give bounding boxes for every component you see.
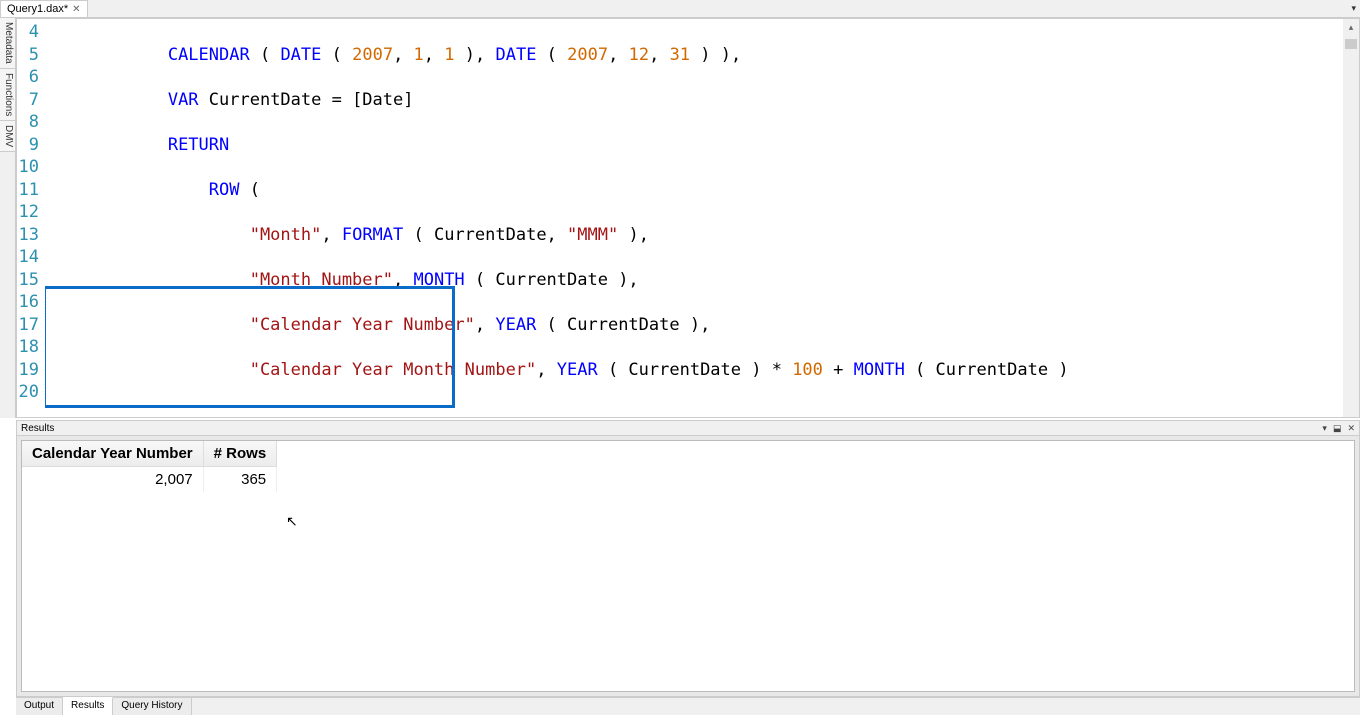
line-number: 18	[17, 336, 45, 359]
cell-calendar-year-number: 2,007	[22, 467, 203, 493]
table-row[interactable]: 2,007 365	[22, 467, 277, 493]
line-number: 6	[17, 66, 45, 89]
line-number: 20	[17, 381, 45, 404]
file-tab-bar: Query1.dax* ✕ ▾	[0, 0, 1360, 18]
file-tab-query1[interactable]: Query1.dax* ✕	[0, 0, 88, 17]
close-icon[interactable]: ✕	[72, 4, 80, 15]
line-number: 16	[17, 291, 45, 314]
scroll-up-icon[interactable]: ▴	[1343, 19, 1359, 35]
side-rail: Metadata Functions DMV	[0, 18, 16, 418]
code-area[interactable]: CALENDAR ( DATE ( 2007, 1, 1 ), DATE ( 2…	[45, 19, 1359, 417]
close-icon[interactable]: ✕	[1345, 423, 1357, 434]
file-tab-label: Query1.dax*	[7, 3, 68, 15]
line-number: 17	[17, 314, 45, 337]
table-header-row: Calendar Year Number # Rows	[22, 441, 277, 467]
scroll-marker	[1345, 39, 1357, 49]
cell-rows: 365	[203, 467, 277, 493]
line-number: 19	[17, 359, 45, 382]
line-number: 9	[17, 134, 45, 157]
line-number: 5	[17, 44, 45, 67]
line-number: 13	[17, 224, 45, 247]
results-panel-header[interactable]: Results ▾ ⬓ ✕	[16, 420, 1360, 436]
line-number: 8	[17, 111, 45, 134]
col-header-rows[interactable]: # Rows	[203, 441, 277, 467]
line-number: 12	[17, 201, 45, 224]
results-body: Calendar Year Number # Rows 2,007 365	[16, 436, 1360, 697]
line-number: 14	[17, 246, 45, 269]
line-number: 10	[17, 156, 45, 179]
rail-tab-functions[interactable]: Functions	[0, 69, 15, 121]
col-header-calendar-year-number[interactable]: Calendar Year Number	[22, 441, 203, 467]
line-number: 4	[17, 21, 45, 44]
bottom-tab-results[interactable]: Results	[63, 697, 113, 715]
bottom-tab-query-history[interactable]: Query History	[113, 698, 191, 715]
results-grid[interactable]: Calendar Year Number # Rows 2,007 365	[21, 440, 1355, 692]
dropdown-icon[interactable]: ▾	[1320, 423, 1329, 434]
rail-tab-dmv[interactable]: DMV	[0, 121, 15, 152]
selection-highlight-box	[45, 286, 455, 408]
pin-icon[interactable]: ⬓	[1331, 423, 1344, 434]
bottom-tab-output[interactable]: Output	[16, 698, 63, 715]
line-number: 7	[17, 89, 45, 112]
rail-tab-metadata[interactable]: Metadata	[0, 18, 15, 69]
scrollbar-vertical[interactable]: ▴	[1343, 19, 1359, 417]
results-panel: Results ▾ ⬓ ✕ Calendar Year Number # Row…	[16, 420, 1360, 697]
line-number: 15	[17, 269, 45, 292]
results-title: Results	[21, 423, 54, 434]
line-gutter: 4 5 6 7 8 9 10 11 12 13 14 15 16 17 18 1…	[17, 19, 45, 417]
code-editor[interactable]: 4 5 6 7 8 9 10 11 12 13 14 15 16 17 18 1…	[16, 18, 1360, 418]
line-number: 11	[17, 179, 45, 202]
bottom-tab-bar: Output Results Query History	[16, 697, 1360, 715]
chevron-down-icon[interactable]: ▾	[1351, 3, 1356, 14]
